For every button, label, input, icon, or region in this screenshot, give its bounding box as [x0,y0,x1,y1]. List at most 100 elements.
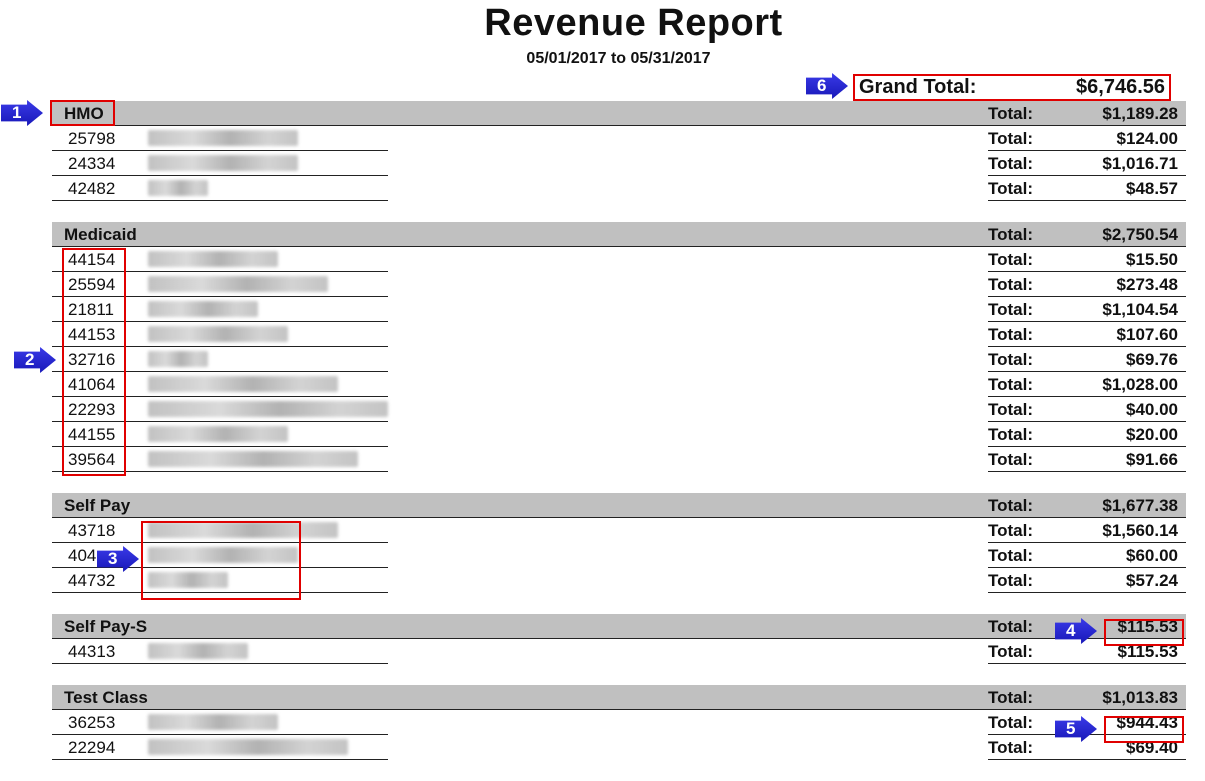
total-label: Total: [988,300,1034,319]
group-section: HMO Total: $1,189.28 25798 Total: $124.00 2433… [52,101,1186,201]
redacted-name [148,522,338,538]
redacted-name [148,572,228,588]
account-number: 36253 [68,713,116,732]
total-label: Total: [988,179,1034,198]
revenue-table: HMO Total: $1,189.28 25798 Total: $124.00 2433… [52,101,1186,781]
redacted-name [148,326,288,342]
group-total: $1,677.38 [1102,496,1178,515]
row-total: $1,560.14 [1102,521,1178,540]
callout-number: 2 [25,350,35,369]
row-total: $107.60 [1116,325,1178,344]
account-number: 43718 [68,521,116,540]
account-number: 44153 [68,325,116,344]
row-total: $124.00 [1116,129,1178,148]
group-header-row: HMO Total: $1,189.28 [52,101,1186,126]
redacted-name [148,251,278,267]
account-number: 24334 [68,154,116,173]
redacted-name [148,739,348,755]
row-total: $57.24 [1126,571,1178,590]
redacted-name [148,426,288,442]
callout-number: 5 [1066,719,1076,738]
redacted-name [148,643,248,659]
report-title: Revenue Report [484,2,783,44]
row-total: $15.50 [1126,250,1178,269]
account-number: 25798 [68,129,116,148]
row-total: $91.66 [1126,450,1178,469]
redacted-name [148,401,388,417]
account-row: 36253 Total: $944.43 [52,710,1186,735]
total-label: Total: [988,617,1034,636]
account-row: 22293 Total: $40.00 [52,397,1186,422]
account-number: 44732 [68,571,116,590]
total-label: Total: [988,250,1034,269]
redacted-name [148,376,338,392]
account-row: 21811 Total: $1,104.54 [52,297,1186,322]
account-row: 42482 Total: $48.57 [52,176,1186,201]
group-header-row: Self Pay Total: $1,677.38 [52,493,1186,518]
group-total: $1,189.28 [1102,104,1178,123]
callout-number: 4 [1066,621,1076,640]
row-total: $1,028.00 [1102,375,1178,394]
account-row: 32716 Total: $69.76 [52,347,1186,372]
account-number: 44155 [68,425,116,444]
row-total: $273.48 [1116,275,1178,294]
total-label: Total: [988,688,1034,707]
callout-number: 1 [12,103,22,122]
total-label: Total: [988,738,1034,757]
account-number: 39564 [68,450,116,469]
total-label: Total: [988,450,1034,469]
group-total: $115.53 [1117,617,1178,636]
total-label: Total: [988,129,1034,148]
total-label: Total: [988,642,1034,661]
report-date-range: 05/01/2017 to 05/31/2017 [526,50,711,67]
account-number: 25594 [68,275,116,294]
total-label: Total: [988,375,1034,394]
group-section: Self Pay Total: $1,677.38 43718 Total: $1,560… [52,493,1186,593]
group-name: Test Class [64,688,148,707]
total-label: Total: [988,325,1034,344]
group-name: HMO [64,104,104,123]
total-label: Total: [988,400,1034,419]
account-number: 404 [68,546,97,565]
group-header-row: Medicaid Total: $2,750.54 [52,222,1186,247]
redacted-name [148,180,208,196]
callout-number: 3 [108,549,118,568]
account-number: 22294 [68,738,116,757]
account-number: 44313 [68,642,116,661]
row-total: $115.53 [1117,642,1178,661]
callout-marker-2: 2 [14,347,56,373]
total-label: Total: [988,275,1034,294]
row-total: $60.00 [1126,546,1178,565]
total-label: Total: [988,350,1034,369]
row-rule [988,663,1186,664]
total-label: Total: [988,546,1034,565]
callout-marker-6: 6 [806,73,848,99]
group-total: $1,013.83 [1102,688,1178,707]
group-header-row: Test Class Total: $1,013.83 [52,685,1186,710]
account-number: 42482 [68,179,116,198]
row-total: $1,104.54 [1102,300,1178,319]
total-label: Total: [988,496,1034,515]
total-label: Total: [988,104,1034,123]
account-row: 44313 Total: $115.53 [52,639,1186,664]
account-row: 41064 Total: $1,028.00 [52,372,1186,397]
account-row: 404 Total: $60.00 [52,543,1186,568]
account-number: 32716 [68,350,116,369]
account-row: 22294 Total: $69.40 [52,735,1186,760]
group-section: Test Class Total: $1,013.83 36253 Total: $944… [52,685,1186,760]
total-label: Total: [988,713,1034,732]
account-row: 44154 Total: $15.50 [52,247,1186,272]
grand-total-value: $6,746.56 [1076,76,1165,98]
account-row: 25798 Total: $124.00 [52,126,1186,151]
group-header-row: Self Pay-S Total: $115.53 [52,614,1186,639]
redacted-name [148,451,358,467]
grand-total-box: Grand Total: $6,746.56 [853,74,1171,101]
redacted-name [148,130,298,146]
group-name: Medicaid [64,225,137,244]
account-number: 21811 [68,300,115,319]
total-label: Total: [988,571,1034,590]
total-label: Total: [988,521,1034,540]
total-label: Total: [988,225,1034,244]
row-rule [988,200,1186,201]
grand-total-label: Grand Total: [859,76,977,98]
